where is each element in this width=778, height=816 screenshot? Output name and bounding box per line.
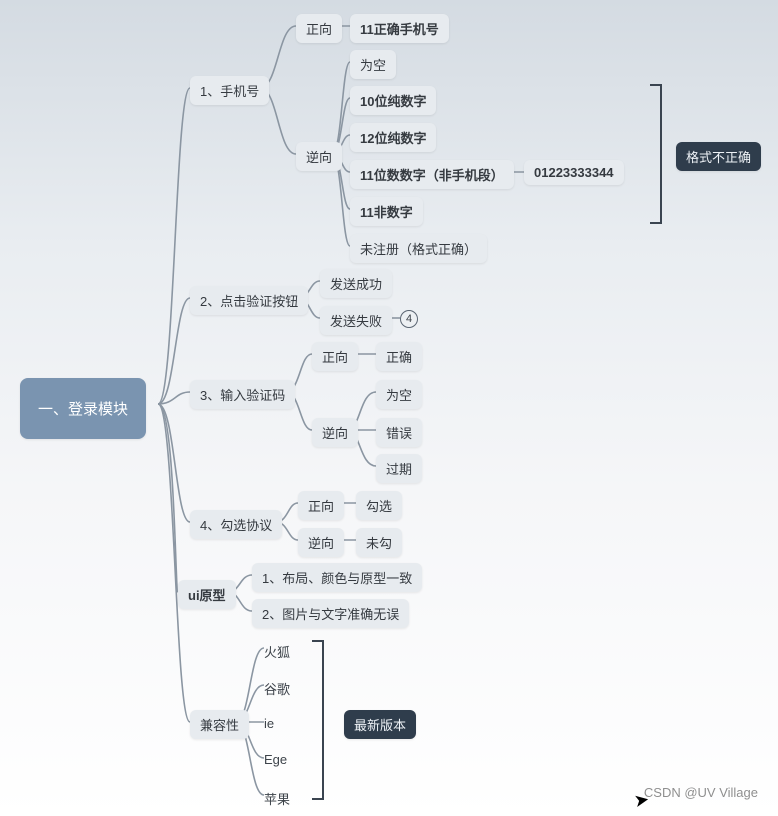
node-agree-pos[interactable]: 正向: [298, 491, 344, 520]
node-phone[interactable]: 1、手机号: [190, 76, 269, 105]
node-agree-neg[interactable]: 逆向: [298, 528, 344, 557]
node-code[interactable]: 3、输入验证码: [190, 380, 295, 409]
node-verify-ok[interactable]: 发送成功: [320, 269, 392, 298]
bracket-format: [648, 84, 662, 224]
watermark: CSDN @UV Village: [644, 785, 758, 800]
node-phone-neg-nondigit[interactable]: 11非数字: [350, 197, 423, 226]
node-phone-neg-unreg[interactable]: 未注册（格式正确）: [350, 234, 487, 263]
node-phone-neg-example[interactable]: 01223333344: [524, 160, 624, 185]
node-code-neg-wrong[interactable]: 错误: [376, 418, 422, 447]
root-node[interactable]: 一、登录模块: [20, 378, 146, 439]
node-compat-chrome[interactable]: 谷歌: [264, 677, 290, 700]
node-compat-firefox[interactable]: 火狐: [264, 640, 290, 663]
node-compat-ie[interactable]: ie: [264, 714, 274, 733]
node-code-neg[interactable]: 逆向: [312, 418, 358, 447]
node-agree-pos-val[interactable]: 勾选: [356, 491, 402, 520]
node-phone-neg-empty[interactable]: 为空: [350, 50, 396, 79]
node-compat-note[interactable]: 最新版本: [344, 710, 416, 739]
node-compat[interactable]: 兼容性: [190, 710, 249, 739]
bracket-compat: [310, 640, 324, 800]
node-phone-neg-10[interactable]: 10位纯数字: [350, 86, 436, 115]
node-phone-neg[interactable]: 逆向: [296, 142, 342, 171]
node-ui-l2[interactable]: 2、图片与文字准确无误: [252, 599, 409, 628]
node-phone-neg-12[interactable]: 12位纯数字: [350, 123, 436, 152]
badge-fail-count: 4: [400, 310, 418, 328]
node-agree-neg-val[interactable]: 未勾: [356, 528, 402, 557]
node-ui[interactable]: ui原型: [178, 580, 236, 609]
node-phone-neg-11nonseg[interactable]: 11位数数字（非手机段）: [350, 160, 514, 189]
node-code-neg-expired[interactable]: 过期: [376, 454, 422, 483]
node-verify-fail[interactable]: 发送失败: [320, 306, 392, 335]
node-code-pos-ok[interactable]: 正确: [376, 342, 422, 371]
node-ui-l1[interactable]: 1、布局、颜色与原型一致: [252, 563, 422, 592]
node-phone-pos-case[interactable]: 11正确手机号: [350, 14, 449, 43]
node-code-pos[interactable]: 正向: [312, 342, 358, 371]
node-phone-pos[interactable]: 正向: [296, 14, 342, 43]
node-phone-summary[interactable]: 格式不正确: [676, 142, 761, 171]
node-compat-edge[interactable]: Ege: [264, 750, 287, 769]
node-compat-safari[interactable]: 苹果: [264, 787, 290, 810]
node-verifybtn[interactable]: 2、点击验证按钮: [190, 286, 308, 315]
node-code-neg-empty[interactable]: 为空: [376, 380, 422, 409]
node-agree[interactable]: 4、勾选协议: [190, 510, 282, 539]
